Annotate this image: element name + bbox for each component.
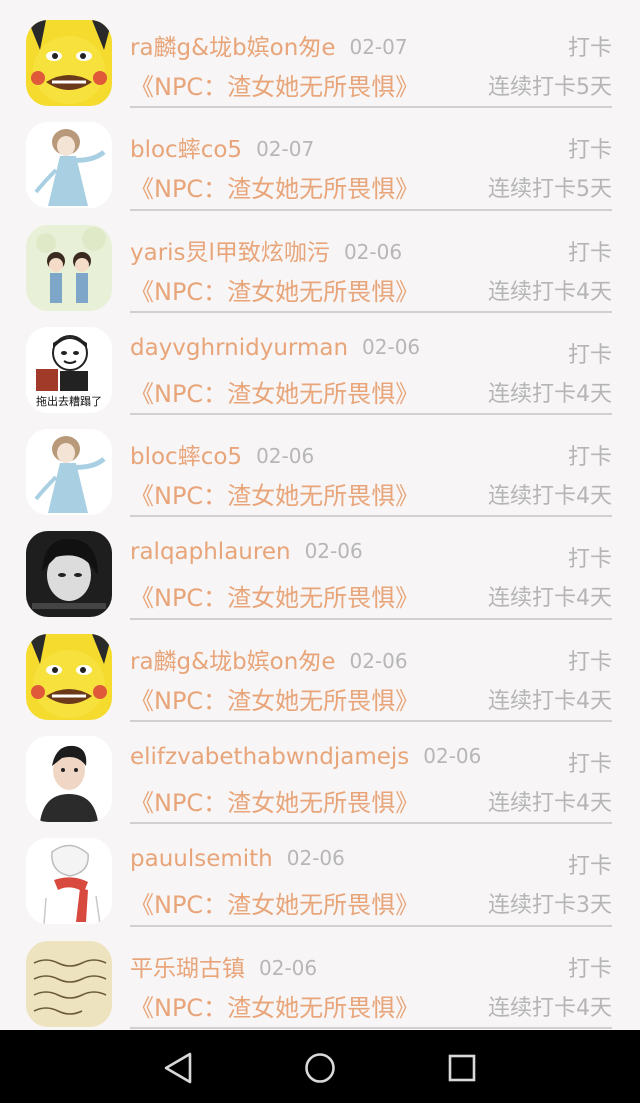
user-name-text[interactable]: 平乐瑚古镇: [130, 956, 245, 982]
checkin-label: 打卡: [567, 649, 612, 675]
user-name[interactable]: ra麟g&垅b嫔on匆e 02-07: [130, 28, 408, 62]
list-item[interactable]: pauulsemith 02-06 打卡《NPC：渣女她无所畏惧》 连续打卡3天: [0, 818, 640, 927]
checkin-date: 02-07: [256, 137, 315, 162]
book-title-link[interactable]: 《NPC：渣女她无所畏惧》: [130, 885, 419, 920]
streak-count: 连续打卡4天: [488, 586, 612, 612]
checkin-date: 02-06: [362, 334, 421, 359]
list-item[interactable]: bloc蟀co5 02-07 打卡《NPC：渣女她无所畏惧》 连续打卡5天: [0, 102, 640, 211]
checkin-date: 02-06: [343, 239, 403, 264]
recents-icon[interactable]: [438, 1044, 486, 1092]
avatar[interactable]: [26, 838, 112, 925]
user-name-text[interactable]: dayvghrnidyurman: [130, 335, 348, 361]
home-icon[interactable]: [296, 1044, 344, 1092]
checkin-label: 打卡: [567, 138, 612, 164]
checkin-date: 02-07: [349, 35, 408, 59]
book-title-link[interactable]: 《NPC：渣女她无所畏惧》: [130, 783, 419, 818]
streak-count: 连续打卡4天: [488, 688, 612, 714]
book-title-link[interactable]: 《NPC：渣女她无所畏惧》: [130, 476, 419, 511]
list-item[interactable]: 拖出去糟蹋了 dayvghrnidyurman 02-06 打卡《NPC：渣女她无所畏…: [0, 307, 640, 416]
svg-text:拖出去糟蹋了: 拖出去糟蹋了: [36, 394, 102, 408]
book-title-link[interactable]: 《NPC：渣女她无所畏惧》: [130, 272, 419, 307]
checkin-list[interactable]: ra麟g&垅b嫔on匆e 02-07 打卡 《NPC：渣女她无所畏惧》 连续打卡5天 bl…: [0, 0, 640, 1030]
avatar[interactable]: [26, 736, 112, 823]
user-name-text[interactable]: yaris炅l甲致炫咖污: [130, 240, 330, 266]
row-divider: [130, 1026, 612, 1029]
user-name-text[interactable]: pauulsemith: [130, 846, 273, 872]
avatar[interactable]: [26, 940, 112, 1027]
book-title-link[interactable]: 《NPC：渣女她无所畏惧》: [130, 169, 419, 204]
checkin-label: 打卡: [567, 445, 612, 471]
checkin-label: 打卡: [567, 547, 612, 573]
avatar[interactable]: 拖出去糟蹋了: [26, 326, 112, 413]
streak-count: 连续打卡4天: [488, 381, 612, 407]
streak-count: 连续打卡5天: [488, 75, 612, 100]
user-name[interactable]: 平乐瑚古镇 02-06: [130, 949, 317, 983]
streak-count: 连续打卡4天: [488, 995, 612, 1021]
checkin-date: 02-06: [256, 444, 315, 469]
checkin-label: 打卡: [567, 342, 612, 368]
list-item[interactable]: ra麟g&垅b嫔on匆e 02-06 打卡《NPC：渣女她无所畏惧》 连续打卡4天: [0, 614, 640, 723]
user-name[interactable]: ra麟g&垅b嫔on匆e 02-06: [130, 642, 408, 676]
checkin-label: 打卡: [567, 956, 612, 982]
avatar[interactable]: [26, 531, 112, 618]
book-title-link[interactable]: 《NPC：渣女她无所畏惧》: [130, 681, 419, 716]
book-title-link[interactable]: 《NPC：渣女她无所畏惧》: [130, 988, 419, 1023]
list-item[interactable]: ra麟g&垅b嫔on匆e 02-07 打卡《NPC：渣女她无所畏惧》 连续打卡5天: [0, 0, 640, 109]
streak-count: 连续打卡5天: [488, 177, 612, 203]
system-navigation-bar: [0, 1030, 640, 1103]
checkin-label: 打卡: [567, 36, 612, 61]
user-name-text[interactable]: bloc蟀co5: [130, 444, 242, 470]
streak-count: 连续打卡4天: [488, 791, 612, 817]
list-item[interactable]: ralqaphlauren 02-06 打卡《NPC：渣女她无所畏惧》 连续打卡4天: [0, 511, 640, 620]
back-icon[interactable]: [154, 1044, 202, 1092]
avatar[interactable]: [26, 224, 112, 311]
list-item[interactable]: 平乐瑚古镇 02-06 打卡《NPC：渣女她无所畏惧》 连续打卡4天: [0, 921, 640, 1029]
user-name-text[interactable]: ralqaphlauren: [130, 539, 291, 565]
avatar[interactable]: [26, 429, 112, 516]
checkin-date: 02-06: [349, 648, 408, 673]
list-item[interactable]: yaris炅l甲致炫咖污 02-06 打卡《NPC：渣女她无所畏惧》 连续打卡4天: [0, 205, 640, 313]
checkin-label: 打卡: [567, 752, 612, 778]
checkin-label: 打卡: [567, 240, 612, 266]
book-title-link[interactable]: 《NPC：渣女她无所畏惧》: [130, 578, 419, 613]
user-name-text[interactable]: bloc蟀co5: [130, 137, 242, 163]
user-name[interactable]: pauulsemith 02-06: [130, 846, 345, 872]
checkin-date: 02-06: [286, 846, 345, 871]
user-name[interactable]: ralqaphlauren 02-06: [130, 539, 363, 565]
list-item[interactable]: elifzvabethabwndjamejs 02-06 打卡《NPC：渣女她无所畏…: [0, 716, 640, 825]
checkin-date: 02-06: [304, 539, 363, 564]
streak-count: 连续打卡4天: [488, 484, 612, 510]
checkin-date: 02-06: [423, 744, 482, 769]
avatar[interactable]: [26, 633, 112, 720]
streak-count: 连续打卡3天: [488, 893, 612, 919]
streak-count: 连续打卡4天: [488, 279, 612, 305]
user-name[interactable]: bloc蟀co5 02-07: [130, 130, 314, 164]
user-name[interactable]: dayvghrnidyurman 02-06: [130, 335, 420, 361]
avatar[interactable]: [26, 122, 112, 209]
user-name-text[interactable]: ra麟g&垅b嫔on匆e: [130, 35, 335, 61]
user-name[interactable]: elifzvabethabwndjamejs 02-06: [130, 744, 481, 770]
book-title-link[interactable]: 《NPC：渣女她无所畏惧》: [130, 67, 419, 102]
book-title-link[interactable]: 《NPC：渣女她无所畏惧》: [130, 374, 419, 409]
checkin-label: 打卡: [567, 854, 612, 880]
checkin-date: 02-06: [259, 955, 318, 980]
user-name-text[interactable]: elifzvabethabwndjamejs: [130, 744, 409, 770]
user-name[interactable]: bloc蟀co5 02-06: [130, 437, 314, 471]
user-name-text[interactable]: ra麟g&垅b嫔on匆e: [130, 649, 335, 675]
avatar[interactable]: [26, 20, 112, 106]
list-item[interactable]: bloc蟀co5 02-06 打卡《NPC：渣女她无所畏惧》 连续打卡4天: [0, 409, 640, 518]
user-name[interactable]: yaris炅l甲致炫咖污 02-06: [130, 233, 402, 267]
